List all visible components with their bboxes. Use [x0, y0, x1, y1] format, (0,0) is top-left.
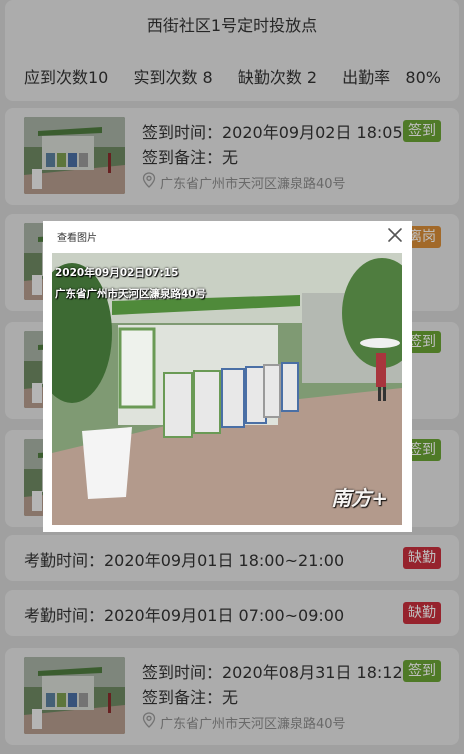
photo-timestamp: 2020年09月02日07:15 [55, 267, 179, 279]
watermark-logo: 南方+ [331, 486, 388, 510]
preview-photo: 2020年09月02日07:15 广东省广州市天河区濂泉路40号 南方+ [52, 253, 402, 525]
image-preview-modal: 查看图片 2020年09月02日07:15 广东省广州市天河区濂泉路40号 南方… [43, 221, 412, 532]
close-icon [386, 228, 404, 248]
photo-address: 广东省广州市天河区濂泉路40号 [55, 288, 207, 300]
close-button[interactable] [386, 226, 404, 244]
modal-title: 查看图片 [57, 233, 97, 244]
